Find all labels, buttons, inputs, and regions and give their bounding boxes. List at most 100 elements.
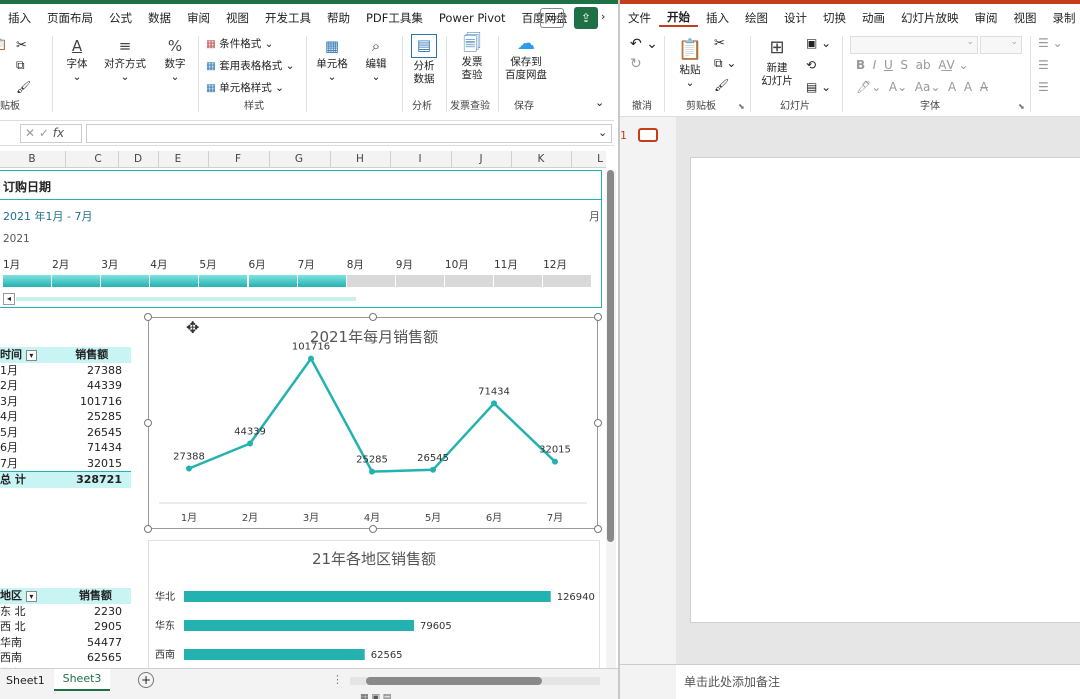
undo-icon[interactable]: ↶ ⌄	[630, 36, 658, 52]
font-button[interactable]: A 字体 ⌄	[60, 36, 94, 84]
new-slide-button[interactable]: ⊞ 新建 幻灯片	[754, 36, 800, 88]
slicer-month-label[interactable]: 2月	[52, 257, 69, 272]
number-button[interactable]: % 数字 ⌄	[158, 36, 192, 84]
align-paragraph-icon[interactable]: ☰	[1038, 58, 1049, 72]
column-header-E[interactable]: E	[175, 153, 182, 165]
resize-handle[interactable]	[594, 419, 602, 427]
column-header-H[interactable]: H	[356, 153, 364, 165]
slicer-month-label[interactable]: 10月	[445, 257, 469, 272]
ppt-tab-10[interactable]: 录制	[1045, 10, 1080, 26]
fx-icon[interactable]: fx	[53, 126, 64, 140]
formula-input[interactable]	[86, 124, 612, 143]
paste-icon[interactable]: 📋	[0, 38, 7, 51]
ppt-tab-0[interactable]: 文件	[620, 10, 659, 26]
slicer-unit[interactable]: 月	[589, 208, 600, 224]
ppt-tab-1[interactable]: 开始	[659, 9, 698, 27]
edit-button[interactable]: ⌕ 编辑 ⌄	[358, 36, 394, 84]
invoice-check-button[interactable]: 🗐 发票 查验	[454, 34, 490, 82]
slide-canvas[interactable]	[690, 157, 1080, 623]
resize-handle[interactable]	[144, 525, 152, 533]
font-size-select[interactable]: ⌄	[980, 36, 1022, 54]
slicer-month-label[interactable]: 5月	[199, 257, 216, 272]
horizontal-scroll-thumb[interactable]	[366, 677, 542, 685]
font-family-select[interactable]: ⌄	[850, 36, 978, 54]
copy-icon[interactable]: ⧉ ⌄	[714, 56, 736, 71]
bar-chart[interactable]: 21年各地区销售额 华北 126940 华东 79605 西南 62565	[148, 540, 600, 668]
slicer-month-label[interactable]: 1月	[3, 257, 20, 272]
analyze-data-button[interactable]: ▤ 分析 数据	[406, 34, 442, 86]
resize-handle[interactable]	[369, 313, 377, 321]
filter-icon[interactable]: ▾	[25, 350, 37, 361]
slicer-month-label[interactable]: 8月	[347, 257, 364, 272]
justify-icon[interactable]: ☰	[1038, 80, 1049, 94]
timeline-slicer[interactable]: 订购日期 2021 年1月 - 7月 月 2021 1月 2月 3月 4月 5月 6月 7月…	[0, 170, 602, 308]
table-format-button[interactable]: ▦ 套用表格格式 ⌄	[206, 58, 294, 73]
excel-tab-8[interactable]: PDF工具集	[358, 10, 431, 26]
resize-handle[interactable]	[594, 525, 602, 533]
cut-icon[interactable]: ✂	[714, 36, 725, 51]
slicer-month-bar[interactable]	[297, 275, 346, 287]
slicer-month-bar[interactable]	[395, 275, 444, 287]
redo-icon[interactable]: ↻	[630, 56, 642, 72]
column-header-I[interactable]: I	[418, 153, 421, 165]
column-header-L[interactable]: L	[597, 153, 603, 165]
excel-tab-9[interactable]: Power Pivot	[431, 11, 514, 25]
view-buttons[interactable]: ▦ ▣ ▤	[360, 693, 480, 699]
slicer-scrollbar[interactable]	[16, 297, 356, 301]
slicer-month-label[interactable]: 4月	[150, 257, 167, 272]
collapse-ribbon-icon[interactable]: ⌄	[595, 96, 604, 109]
cond-format-button[interactable]: ▦ 条件格式 ⌄	[206, 36, 273, 51]
cancel-icon[interactable]: ✕	[25, 126, 35, 140]
column-header-B[interactable]: B	[28, 153, 35, 165]
cell-style-button[interactable]: ▦ 单元格样式 ⌄	[206, 80, 284, 95]
comment-icon[interactable]: ▭	[540, 8, 564, 28]
slicer-month-bar[interactable]	[3, 275, 52, 287]
text-color-icons[interactable]: 🖊⌄ A⌄ Aa⌄ A A A̶	[856, 80, 988, 94]
ppt-tab-9[interactable]: 视图	[1006, 10, 1045, 26]
add-sheet-icon[interactable]: +	[138, 672, 154, 688]
excel-tab-0[interactable]: 插入	[0, 10, 39, 26]
align-button[interactable]: ≡ 对齐方式 ⌄	[100, 36, 150, 84]
slicer-month-label[interactable]: 11月	[494, 257, 518, 272]
sheet-tab-sheet3[interactable]: Sheet3	[54, 669, 110, 691]
text-format-icons[interactable]: B I U S ab A͟V ⌄	[856, 58, 969, 72]
slicer-month-bar[interactable]	[150, 275, 199, 287]
section-icon[interactable]: ▤ ⌄	[806, 80, 831, 94]
sheet-tab-sheet1[interactable]: Sheet1	[6, 674, 45, 687]
layout-icon[interactable]: ▣ ⌄	[806, 36, 831, 50]
resize-handle[interactable]	[144, 419, 152, 427]
format-painter-icon[interactable]: 🖌	[16, 80, 31, 94]
format-painter-icon[interactable]: 🖌	[714, 78, 729, 92]
paragraph-icons[interactable]: ☰ ⌄	[1038, 36, 1063, 50]
filter-icon[interactable]: ▾	[25, 591, 37, 602]
font-launcher-icon[interactable]: ⬊	[1018, 102, 1025, 111]
slicer-month-bar[interactable]	[248, 275, 297, 287]
excel-tab-2[interactable]: 公式	[101, 10, 140, 26]
slicer-month-label[interactable]: 6月	[249, 257, 266, 272]
slicer-month-bar[interactable]	[494, 275, 543, 287]
chevron-right-icon[interactable]: ›	[601, 10, 605, 23]
resize-handle[interactable]	[144, 313, 152, 321]
slide-thumbnail[interactable]	[638, 128, 658, 142]
notes-pane[interactable]: 单击此处添加备注	[676, 664, 1080, 699]
paste-button[interactable]: 📋 粘贴 ⌄	[672, 36, 708, 90]
excel-tab-4[interactable]: 审阅	[179, 10, 218, 26]
slicer-month-label[interactable]: 3月	[101, 257, 118, 272]
cut-icon[interactable]: ✂	[16, 38, 27, 53]
column-header-F[interactable]: F	[235, 153, 241, 165]
clipboard-launcher-icon[interactable]: ⬊	[738, 102, 745, 111]
horizontal-scrollbar[interactable]	[350, 677, 600, 685]
column-header-J[interactable]: J	[479, 153, 482, 165]
slicer-month-bar[interactable]	[101, 275, 150, 287]
ppt-tab-5[interactable]: 切换	[815, 10, 854, 26]
slicer-month-bar[interactable]	[199, 275, 248, 287]
ppt-tab-8[interactable]: 审阅	[967, 10, 1006, 26]
column-header-K[interactable]: K	[538, 153, 545, 165]
ppt-tab-2[interactable]: 插入	[698, 10, 737, 26]
resize-handle[interactable]	[369, 525, 377, 533]
vertical-scroll-thumb[interactable]	[607, 170, 614, 542]
ppt-tab-6[interactable]: 动画	[854, 10, 893, 26]
slicer-month-label[interactable]: 12月	[543, 257, 567, 272]
confirm-icon[interactable]: ✓	[39, 126, 49, 140]
vertical-scrollbar[interactable]	[606, 170, 616, 668]
